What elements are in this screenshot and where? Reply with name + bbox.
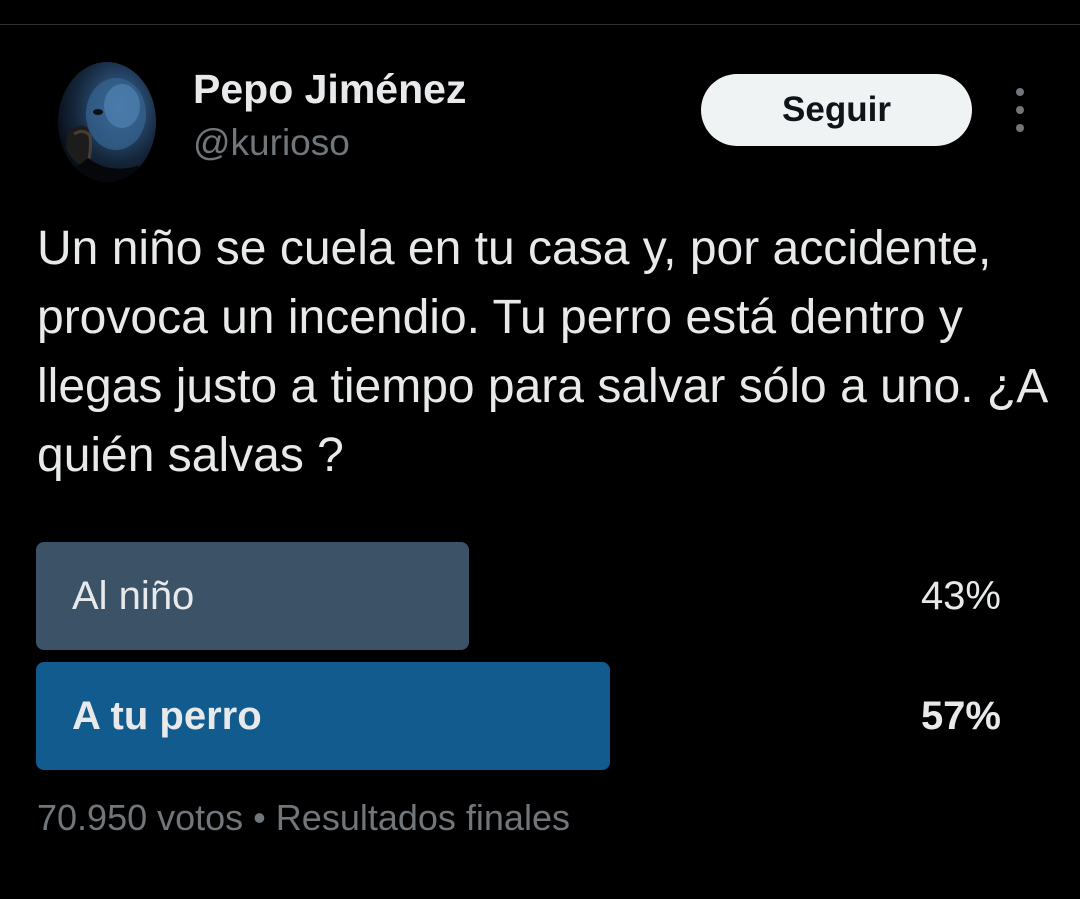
top-divider (0, 24, 1080, 25)
avatar[interactable] (58, 62, 156, 182)
author-name[interactable]: Pepo Jiménez (193, 66, 466, 113)
poll-status: Resultados finales (275, 797, 570, 838)
poll-option-label: Al niño (72, 574, 195, 618)
more-options-button[interactable] (1000, 88, 1040, 132)
avatar-photo-icon (58, 78, 156, 182)
poll-option-label: A tu perro (72, 694, 262, 738)
poll-option-al-nino[interactable]: Al niño 43% (36, 542, 1036, 650)
poll-option-percent: 57% (920, 694, 1001, 738)
more-vertical-icon-dot (1016, 106, 1024, 114)
poll-footer-separator: • (253, 797, 266, 838)
author-handle[interactable]: @kurioso (193, 122, 350, 164)
poll-option-percent: 43% (920, 574, 1001, 618)
more-vertical-icon (1016, 88, 1024, 96)
poll-footer: 70.950 votos • Resultados finales (37, 797, 570, 839)
more-vertical-icon-dot (1016, 124, 1024, 132)
poll-option-a-tu-perro[interactable]: A tu perro 57% (36, 662, 1036, 770)
follow-button[interactable]: Seguir (701, 74, 972, 146)
poll-vote-count: 70.950 votos (37, 797, 244, 838)
tweet-text: Un niño se cuela en tu casa y, por accid… (37, 222, 1046, 482)
